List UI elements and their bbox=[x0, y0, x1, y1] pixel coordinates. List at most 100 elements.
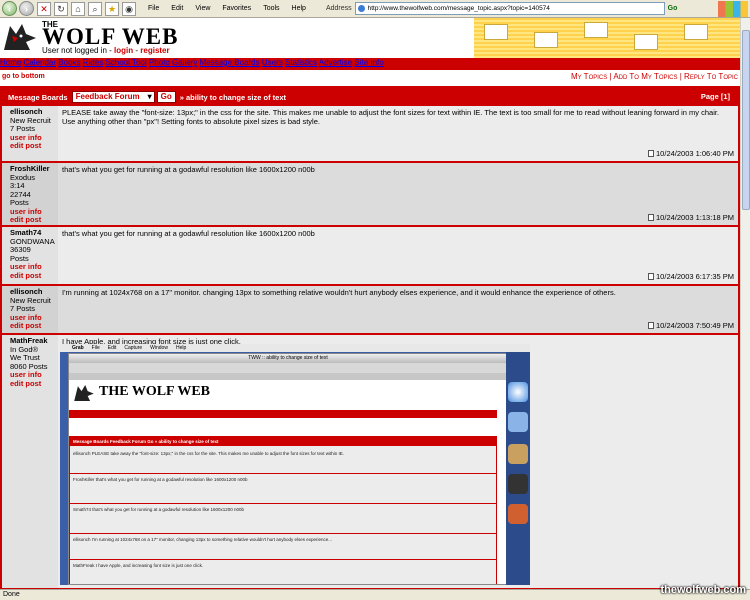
browser-toolbar: ‹ › ✕ ↻ ⌂ ⌕ ★ ◉ File Edit View Favorites… bbox=[0, 0, 750, 18]
mac-menu-item: File bbox=[91, 345, 100, 351]
login-status-text: User not logged in - bbox=[42, 46, 115, 55]
mini-post: ellisonch I'm running at 1024x768 on a 1… bbox=[73, 537, 332, 542]
mini-site-title: THE WOLF WEB bbox=[99, 384, 210, 399]
mini-post: FroshKiller that's what you get for runn… bbox=[73, 477, 248, 482]
back-icon[interactable]: ‹ bbox=[2, 1, 17, 16]
mac-menu-item: Edit bbox=[107, 345, 117, 351]
windows-logo-icon bbox=[718, 0, 748, 17]
post-timestamp: 10/24/2003 7:50:49 PM bbox=[648, 321, 734, 330]
mini-board: Message Boards Feedback Forum Go » abili… bbox=[69, 436, 497, 584]
folder-icon bbox=[684, 24, 708, 40]
status-bar: Done bbox=[0, 589, 750, 600]
mac-toolbar bbox=[69, 363, 507, 373]
web-page: THE WOLF WEB User not logged in - login … bbox=[0, 18, 740, 589]
mac-bookmarks-bar bbox=[69, 373, 507, 380]
nav-books[interactable]: Books bbox=[58, 58, 80, 67]
mini-nav bbox=[69, 410, 497, 418]
my-topics-link[interactable]: My Topics bbox=[571, 72, 607, 81]
addressbook-icon bbox=[508, 444, 528, 464]
address-go-button[interactable]: Go bbox=[668, 5, 678, 12]
message-boards-link[interactable]: Message Boards bbox=[8, 93, 68, 102]
post-content: I'm running at 1024x768 on a 17" monitor… bbox=[58, 286, 738, 333]
home-icon[interactable]: ⌂ bbox=[71, 1, 85, 16]
forum-select[interactable]: Feedback Forum bbox=[71, 91, 155, 103]
mac-dock bbox=[506, 352, 530, 585]
post-author: MathFreak In God® We Trust 8060 Posts us… bbox=[2, 335, 58, 588]
post-page-icon[interactable] bbox=[648, 150, 655, 157]
folder-icon bbox=[584, 22, 608, 38]
nav-statistics[interactable]: Statistics bbox=[285, 58, 317, 67]
address-bar[interactable]: http://www.thewolfweb.com/message_topic.… bbox=[354, 2, 665, 15]
nav-advertise[interactable]: Advertise bbox=[319, 58, 352, 67]
add-to-my-topics-link[interactable]: Add To My Topics bbox=[613, 72, 677, 81]
mac-menu-item: Capture bbox=[124, 345, 143, 351]
edit-post-link[interactable]: edit post bbox=[10, 321, 58, 331]
app-icon bbox=[508, 504, 528, 524]
forward-icon[interactable]: › bbox=[19, 1, 34, 16]
media-icon[interactable]: ◉ bbox=[122, 1, 136, 16]
menu-view[interactable]: View bbox=[195, 5, 210, 12]
edit-post-link[interactable]: edit post bbox=[10, 215, 58, 225]
post-timestamp: 10/24/2003 1:06:40 PM bbox=[648, 149, 734, 158]
wolf-logo-icon bbox=[4, 24, 36, 50]
page-indicator[interactable]: Page [1] bbox=[701, 92, 730, 101]
site-header: THE WOLF WEB User not logged in - login … bbox=[0, 18, 740, 58]
menu-help[interactable]: Help bbox=[292, 5, 306, 12]
vertical-scrollbar[interactable] bbox=[740, 18, 750, 589]
topic-actions: My Topics | Add To My Topics | Reply To … bbox=[571, 72, 738, 81]
folder-icon bbox=[484, 24, 508, 40]
nav-home[interactable]: Home bbox=[0, 58, 21, 67]
mac-menubar: Grab File Edit Capture Window Help bbox=[60, 344, 530, 352]
main-nav: Home Calendar Books Rides School Tool Ph… bbox=[0, 58, 740, 70]
edit-post-link[interactable]: edit post bbox=[10, 379, 58, 389]
search-icon[interactable]: ⌕ bbox=[88, 1, 102, 16]
reply-to-topic-link[interactable]: Reply To Topic bbox=[684, 72, 738, 81]
post-time: 10/24/2003 7:50:49 PM bbox=[656, 321, 734, 330]
topic-actions-bar: go to bottom My Topics | Add To My Topic… bbox=[0, 70, 740, 84]
post-timestamp: 10/24/2003 1:13:18 PM bbox=[648, 213, 734, 222]
post-page-icon[interactable] bbox=[648, 214, 655, 221]
nav-site-info[interactable]: Site Info bbox=[354, 58, 383, 67]
menu-edit[interactable]: Edit bbox=[171, 5, 183, 12]
post-row: ellisonch New Recruit 7 Posts user info … bbox=[2, 286, 738, 334]
menu-file[interactable]: File bbox=[148, 5, 159, 12]
register-link[interactable]: register bbox=[140, 46, 169, 55]
nav-school-tool[interactable]: School Tool bbox=[105, 58, 146, 67]
mini-post: Smath74 that's what you get for running … bbox=[73, 507, 244, 512]
refresh-icon[interactable]: ↻ bbox=[54, 1, 68, 16]
forum-go-button[interactable]: Go bbox=[156, 91, 176, 103]
login-status: User not logged in - login - register bbox=[42, 46, 170, 55]
topic-title: » ability to change size of text bbox=[179, 92, 287, 102]
mail-icon bbox=[508, 412, 528, 432]
mini-post: ellisonch PLEASE take away the "font-siz… bbox=[73, 451, 344, 456]
mini-page: THE WOLF WEB Message Boards Feedback For… bbox=[69, 380, 499, 584]
nav-users[interactable]: Users bbox=[262, 58, 283, 67]
scrollbar-thumb[interactable] bbox=[742, 30, 750, 210]
post-author: Smath74 GONDWANA 36309 Posts user info e… bbox=[2, 227, 58, 284]
embedded-screenshot: Grab File Edit Capture Window Help TWW :… bbox=[60, 344, 530, 585]
menu-tools[interactable]: Tools bbox=[263, 5, 279, 12]
nav-photo-gallery[interactable]: Photo Gallery bbox=[149, 58, 197, 67]
post-author: ellisonch New Recruit 7 Posts user info … bbox=[2, 286, 58, 333]
nav-message-boards[interactable]: Message Boards bbox=[200, 58, 260, 67]
watermark: thewolfweb.com bbox=[660, 584, 746, 596]
stop-icon[interactable]: ✕ bbox=[37, 1, 51, 16]
edit-post-link[interactable]: edit post bbox=[10, 271, 58, 281]
nav-calendar[interactable]: Calendar bbox=[24, 58, 56, 67]
post-page-icon[interactable] bbox=[648, 273, 655, 280]
login-link[interactable]: login bbox=[114, 46, 133, 55]
menu-favorites[interactable]: Favorites bbox=[222, 5, 251, 12]
favorites-icon[interactable]: ★ bbox=[105, 1, 119, 16]
post-time: 10/24/2003 6:17:35 PM bbox=[656, 272, 734, 281]
terminal-icon bbox=[508, 474, 528, 494]
edit-post-link[interactable]: edit post bbox=[10, 141, 58, 151]
post-page-icon[interactable] bbox=[648, 322, 655, 329]
nav-rides[interactable]: Rides bbox=[83, 58, 103, 67]
mac-menu-item: Grab bbox=[72, 345, 84, 351]
post-author: FroshKiller Exodus 3:14 22744 Posts user… bbox=[2, 163, 58, 225]
go-to-bottom-link[interactable]: go to bottom bbox=[2, 73, 45, 80]
mini-wolf-icon bbox=[74, 385, 94, 401]
post-text: I'm running at 1024x768 on a 17" monitor… bbox=[62, 288, 616, 297]
mac-browser-window: TWW :: ability to change size of text TH… bbox=[68, 353, 508, 585]
mac-window-title: TWW :: ability to change size of text bbox=[69, 354, 507, 363]
